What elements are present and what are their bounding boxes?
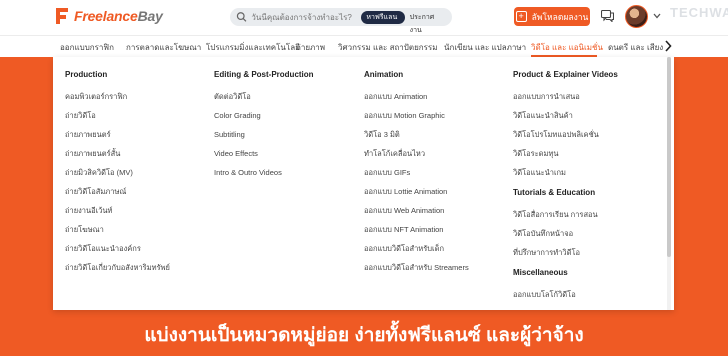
group-title: Production: [65, 70, 108, 79]
search-bar: หาฟรีแลนซ์ ประกาศงาน: [230, 8, 452, 34]
group-title: Animation: [364, 70, 404, 79]
column-animation: Animation ออกแบบ Animation ออกแบบ Motion…: [364, 70, 469, 283]
subcategory-link[interactable]: ถ่ายวิดีโอสัมภาษณ์: [65, 182, 170, 201]
subcategory-link[interactable]: วิดีโอ 3 มิติ: [364, 125, 469, 144]
subcategory-link[interactable]: คอมพิวเตอร์กราฟิก: [65, 87, 170, 106]
upload-portfolio-label: ลัพโหลดผลงาน: [531, 11, 589, 22]
subcategory-link[interactable]: ออกแบบ Web Animation: [364, 201, 469, 220]
subcategory-link[interactable]: ถ่ายมิวสิควิดีโอ (MV): [65, 163, 170, 182]
subcategory-link[interactable]: ถ่ายวิดีโอเกี่ยวกับอสังหาริมทรัพย์: [65, 258, 170, 277]
search-icon[interactable]: [236, 11, 247, 23]
group-tutorials: Tutorials & Education วิดีโอสื่อการเรียน…: [513, 188, 618, 262]
upload-portfolio-button[interactable]: + ลัพโหลดผลงาน: [514, 7, 590, 26]
chevron-down-icon[interactable]: [653, 13, 661, 19]
nav-item-writing[interactable]: นักเขียน และ แปลภาษา: [444, 41, 526, 54]
promo-tagline: แบ่งงานเป็นหมวดหมู่ย่อย ง่ายทั้งฟรีแลนซ์…: [144, 325, 584, 346]
subcategory-link[interactable]: ออกแบบวิดีโอสำหรับ Streamers: [364, 258, 469, 277]
brand-name: FreelanceBay: [74, 8, 163, 24]
subcategory-link[interactable]: วิดีโอแนะนำเกม: [513, 163, 618, 182]
group-miscellaneous: Miscellaneous ออกแบบโลโก้วิดีโอ: [513, 268, 618, 304]
subcategory-link[interactable]: ตัดต่อวิดีโอ: [214, 87, 314, 106]
subcategory-link[interactable]: ออกแบบ NFT Animation: [364, 220, 469, 239]
subcategory-link[interactable]: ออกแบบวิดีโอสำหรับเด็ก: [364, 239, 469, 258]
subcategory-link[interactable]: ถ่ายภาพยนตร์สั้น: [65, 144, 170, 163]
top-header: FreelanceBay หาฟรีแลนซ์ ประกาศงาน + ลัพโ…: [0, 0, 728, 35]
chat-icon[interactable]: [601, 10, 614, 22]
search-input[interactable]: [251, 12, 362, 22]
chevron-right-icon[interactable]: [664, 40, 672, 52]
group-title: Miscellaneous: [513, 268, 568, 277]
subcategory-link[interactable]: Video Effects: [214, 144, 314, 163]
nav-item-marketing[interactable]: การตลาดและโฆษณา: [126, 41, 201, 54]
plus-icon: +: [515, 11, 527, 22]
subcategory-link[interactable]: วิดีโอบันทึกหน้าจอ: [513, 224, 618, 243]
scrollbar-thumb[interactable]: [667, 57, 671, 257]
subcategory-link[interactable]: ถ่ายวิดีโอ: [65, 106, 170, 125]
subcategory-link[interactable]: วิดีโอแนะนำสินค้า: [513, 106, 618, 125]
subcategory-link[interactable]: Subtitling: [214, 125, 314, 144]
subcategory-link[interactable]: วิดีโอระดมทุน: [513, 144, 618, 163]
subcategory-link[interactable]: ถ่ายโฆษณา: [65, 220, 170, 239]
subcategory-dropdown: Production คอมพิวเตอร์กราฟิก ถ่ายวิดีโอ …: [53, 57, 674, 310]
subcategory-link[interactable]: ออกแบบ Animation: [364, 87, 469, 106]
search-mode-toggle: หาฟรีแลนซ์ ประกาศงาน: [361, 10, 449, 34]
search-mode-freelancer[interactable]: หาฟรีแลนซ์: [361, 10, 405, 34]
group-production: Production คอมพิวเตอร์กราฟิก ถ่ายวิดีโอ …: [65, 70, 170, 277]
group-editing: Editing & Post-Production ตัดต่อวิดีโอ C…: [214, 70, 314, 182]
avatar[interactable]: [625, 5, 648, 28]
subcategory-link[interactable]: ออกแบบโลโก้วิดีโอ: [513, 285, 618, 304]
subcategory-link[interactable]: ออกแบบ Motion Graphic: [364, 106, 469, 125]
subcategory-link[interactable]: วิดีโอสื่อการเรียน การสอน: [513, 205, 618, 224]
subcategory-link[interactable]: Color Grading: [214, 106, 314, 125]
subcategory-link[interactable]: ถ่ายภาพยนตร์: [65, 125, 170, 144]
subcategory-link[interactable]: ถ่ายงานอีเว้นท์: [65, 201, 170, 220]
group-product-explainer: Product & Explainer Videos ออกแบบการนำเส…: [513, 70, 618, 182]
subcategory-link[interactable]: ที่ปรึกษาการทำวิดีโอ: [513, 243, 618, 262]
nav-item-programming[interactable]: โปรแกรมมิ่งและเทคโนโลยี: [206, 41, 300, 54]
watermark: TECHWARE: [670, 5, 728, 20]
group-title: Tutorials & Education: [513, 188, 596, 197]
nav-item-photography[interactable]: ถ่ายภาพ: [296, 41, 325, 54]
category-nav: ออกแบบกราฟิก การตลาดและโฆษณา โปรแกรมมิ่ง…: [0, 35, 728, 57]
group-title: Editing & Post-Production: [214, 70, 314, 79]
subcategory-link[interactable]: ออกแบบ Lottie Animation: [364, 182, 469, 201]
nav-item-music[interactable]: ดนตรี และ เสียง: [608, 41, 663, 54]
column-product-explainer: Product & Explainer Videos ออกแบบการนำเส…: [513, 70, 618, 310]
subcategory-link[interactable]: วิดีโอโปรโมทแอปพลิเคชั่น: [513, 125, 618, 144]
dropdown-scrollbar[interactable]: [667, 57, 671, 310]
group-title: Product & Explainer Videos: [513, 70, 618, 79]
search-mode-jobs[interactable]: ประกาศงาน: [405, 11, 449, 34]
nav-item-graphic-design[interactable]: ออกแบบกราฟิก: [60, 41, 114, 54]
subcategory-link[interactable]: Intro & Outro Videos: [214, 163, 314, 182]
column-editing: Editing & Post-Production ตัดต่อวิดีโอ C…: [214, 70, 314, 188]
column-production: Production คอมพิวเตอร์กราฟิก ถ่ายวิดีโอ …: [65, 70, 170, 283]
nav-item-engineering[interactable]: วิศวกรรม และ สถาปัตยกรรม: [338, 41, 437, 54]
nav-item-video-animation[interactable]: วิดีโอ และ แอนิเมชั่น: [531, 41, 603, 54]
freelancebay-logo[interactable]: FreelanceBay: [56, 8, 163, 24]
subcategory-link[interactable]: ออกแบบ GIFs: [364, 163, 469, 182]
subcategory-link[interactable]: ถ่ายวิดีโอแนะนำองค์กร: [65, 239, 170, 258]
subcategory-link[interactable]: ออกแบบการนำเสนอ: [513, 87, 618, 106]
subcategory-link[interactable]: ทำโลโก้เคลื่อนไหว: [364, 144, 469, 163]
group-animation: Animation ออกแบบ Animation ออกแบบ Motion…: [364, 70, 469, 277]
brand-mark-icon: [56, 8, 68, 24]
